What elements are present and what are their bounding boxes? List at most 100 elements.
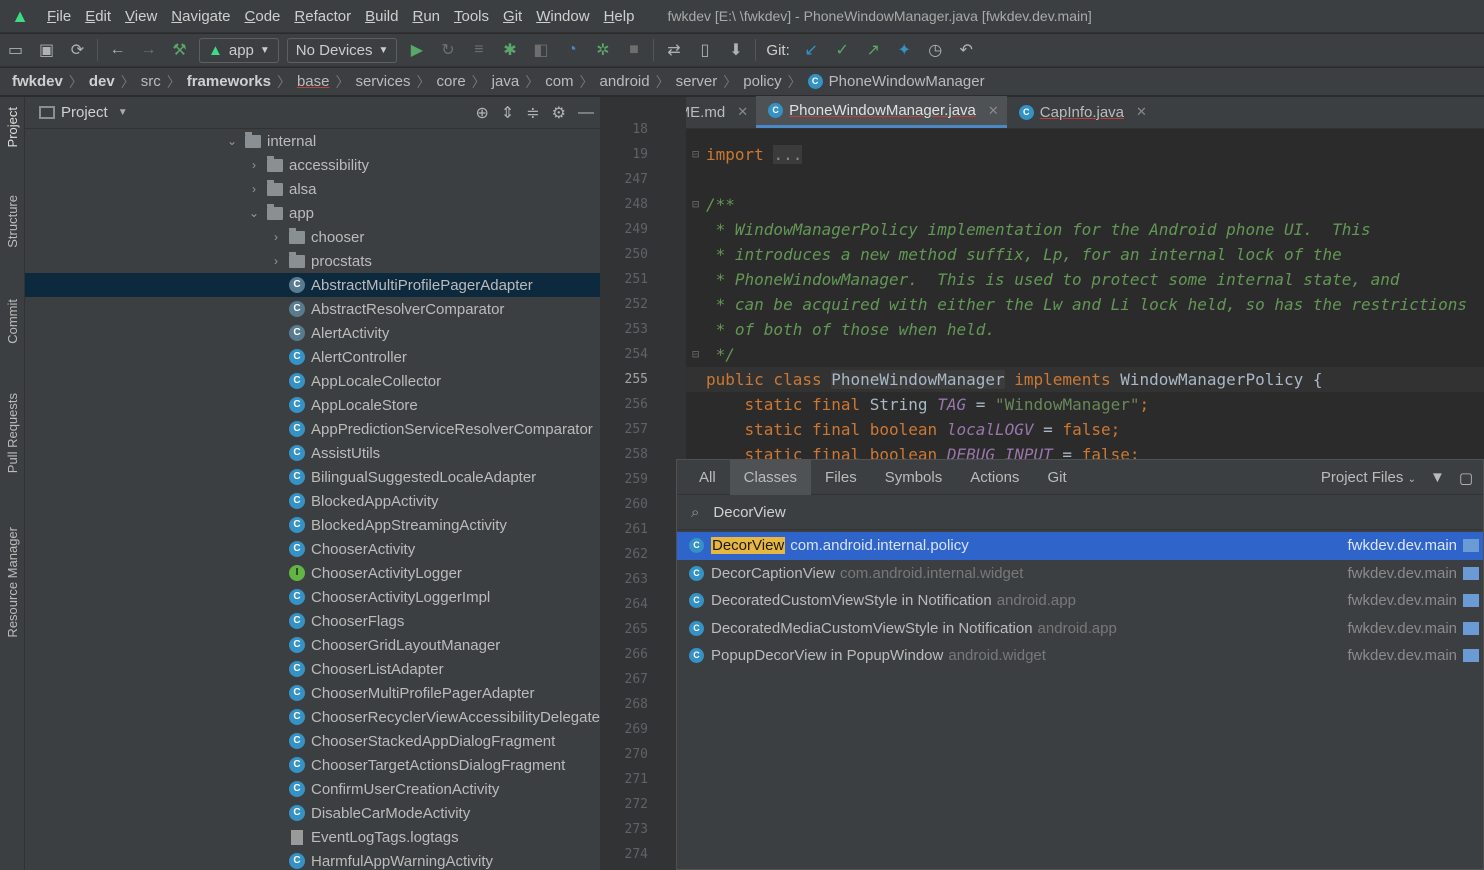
open-folder-icon[interactable]: ▭ (0, 36, 31, 64)
tab-phonewindowmanager-java[interactable]: C PhoneWindowManager.java ✕ (756, 96, 1007, 128)
tree-item[interactable]: C AppLocaleCollector (25, 369, 600, 393)
breadcrumb-item[interactable]: PhoneWindowManager (829, 73, 985, 90)
search-tab-classes[interactable]: Classes (729, 459, 812, 495)
close-icon[interactable]: ✕ (1136, 104, 1147, 120)
pull-requests-tool-tab[interactable]: Pull Requests (5, 393, 20, 473)
gradle-sync-icon[interactable]: ⇄ (658, 36, 689, 64)
tree-item[interactable]: C AppLocaleStore (25, 393, 600, 417)
scope-selector[interactable]: Project Files ⌄ (1321, 469, 1416, 486)
tree-item[interactable]: C ChooserActivity (25, 537, 600, 561)
tree-item[interactable]: C AssistUtils (25, 441, 600, 465)
search-field[interactable]: ⌕ DecorView (677, 495, 1483, 530)
tree-item[interactable]: C ChooserGridLayoutManager (25, 633, 600, 657)
tree-item[interactable]: C ChooserStackedAppDialogFragment (25, 729, 600, 753)
gear-icon[interactable]: ⚙ (552, 103, 566, 123)
tree-item[interactable]: C ChooserRecyclerViewAccessibilityDelegat… (25, 705, 600, 729)
resource-manager-tool-tab[interactable]: Resource Manager (5, 527, 20, 638)
run-icon[interactable]: ▶ (401, 36, 432, 64)
filter-icon[interactable]: ▼ (1430, 469, 1445, 486)
menu-build[interactable]: Build (358, 0, 405, 33)
menu-file[interactable]: File (40, 0, 78, 33)
breadcrumb-item[interactable]: server (676, 73, 718, 90)
breadcrumb-item[interactable]: policy (743, 73, 781, 90)
git-push-icon[interactable]: ↗ (858, 36, 889, 64)
tree-item[interactable]: C AbstractResolverComparator (25, 297, 600, 321)
tab-capinfo-java[interactable]: C CapInfo.java ✕ (1007, 96, 1155, 128)
chevron-down-icon[interactable]: ⌄ (247, 206, 261, 220)
tree-item[interactable]: C ConfirmUserCreationActivity (25, 777, 600, 801)
git-commit-icon[interactable]: ✓ (827, 36, 858, 64)
collapse-all-icon[interactable]: ≑ (526, 103, 539, 123)
menu-window[interactable]: Window (529, 0, 596, 33)
search-tab-files[interactable]: Files (811, 460, 871, 495)
open-in-window-icon[interactable]: ▢ (1459, 469, 1473, 487)
tree-item[interactable]: C DisableCarModeActivity (25, 801, 600, 825)
search-tab-git[interactable]: Git (1033, 460, 1080, 495)
tree-item[interactable]: C HarmfulAppWarningActivity (25, 849, 600, 870)
minimize-icon[interactable]: — (578, 104, 594, 122)
apply-changes-icon[interactable]: ≡ (463, 36, 494, 64)
breadcrumb-item[interactable]: com (545, 73, 573, 90)
search-result-item[interactable]: C DecorView com.android.internal.policy fwk… (677, 532, 1483, 560)
project-panel-title[interactable]: Project (61, 104, 108, 121)
debug-attach-icon[interactable]: ✲ (587, 36, 618, 64)
sync-icon[interactable]: ⟳ (62, 36, 93, 64)
tree-folder[interactable]: › accessibility (25, 153, 600, 177)
build-hammer-icon[interactable]: ⚒ (164, 36, 195, 64)
back-arrow-icon[interactable]: ← (102, 36, 133, 64)
stop-icon[interactable]: ■ (618, 36, 649, 64)
run-config-selector[interactable]: ▲ app ▼ (199, 37, 279, 63)
menu-edit[interactable]: Edit (78, 0, 118, 33)
tree-folder[interactable]: ⌄ app (25, 201, 600, 225)
attach-debugger-icon[interactable]: ◧ (525, 36, 556, 64)
menu-navigate[interactable]: Navigate (164, 0, 237, 33)
search-result-item[interactable]: C PopupDecorView in PopupWindow android.wi… (677, 642, 1483, 670)
forward-arrow-icon[interactable]: → (133, 36, 164, 64)
search-tab-all[interactable]: All (685, 460, 730, 495)
chevron-right-icon[interactable]: › (269, 254, 283, 268)
breadcrumb-item[interactable]: base (297, 73, 330, 90)
menu-code[interactable]: Code (238, 0, 288, 33)
git-merge-icon[interactable]: ✦ (889, 36, 920, 64)
breadcrumb-item[interactable]: dev (89, 73, 115, 90)
fold-marker-icon[interactable]: ⊟ (692, 197, 699, 211)
commit-tool-tab[interactable]: Commit (5, 299, 20, 344)
breadcrumb-item[interactable]: java (492, 73, 520, 90)
tree-item[interactable]: I ChooserActivityLogger (25, 561, 600, 585)
chevron-right-icon[interactable]: › (247, 158, 261, 172)
breadcrumb-item[interactable]: services (355, 73, 410, 90)
search-result-item[interactable]: C DecoratedCustomViewStyle in Notificatio… (677, 587, 1483, 615)
device-manager-icon[interactable]: ▯ (689, 36, 720, 64)
sdk-manager-icon[interactable]: ⬇ (720, 36, 751, 64)
debug-icon[interactable]: ✱ (494, 36, 525, 64)
breadcrumb-item[interactable]: src (141, 73, 161, 90)
rerun-icon[interactable]: ↻ (432, 36, 463, 64)
git-update-icon[interactable]: ↙ (796, 36, 827, 64)
close-icon[interactable]: ✕ (988, 103, 999, 119)
structure-tool-tab[interactable]: Structure (5, 195, 20, 248)
chevron-right-icon[interactable]: › (247, 182, 261, 196)
menu-view[interactable]: View (118, 0, 164, 33)
fold-marker-icon[interactable]: ⊟ (692, 347, 699, 361)
tree-folder[interactable]: ⌄ internal (25, 129, 600, 153)
rollback-icon[interactable]: ↶ (951, 36, 982, 64)
tree-folder[interactable]: › alsa (25, 177, 600, 201)
breadcrumb-item[interactable]: fwkdev (12, 73, 63, 90)
chevron-right-icon[interactable]: › (269, 230, 283, 244)
search-tab-symbols[interactable]: Symbols (871, 460, 957, 495)
tree-item[interactable]: C ChooserFlags (25, 609, 600, 633)
fold-marker-icon[interactable]: ⊟ (692, 147, 699, 161)
search-tab-actions[interactable]: Actions (956, 460, 1033, 495)
profile-icon[interactable]: ◔ (556, 36, 587, 64)
tree-item[interactable]: EventLogTags.logtags (25, 825, 600, 849)
tree-item[interactable]: C BilingualSuggestedLocaleAdapter (25, 465, 600, 489)
breadcrumb-item[interactable]: android (600, 73, 650, 90)
breadcrumb-item[interactable]: core (436, 73, 465, 90)
tree-item[interactable]: C AlertController (25, 345, 600, 369)
code-editor[interactable]: import ... /** * WindowManagerPolicy impl… (686, 129, 1484, 459)
menu-git[interactable]: Git (496, 0, 529, 33)
menu-tools[interactable]: Tools (447, 0, 496, 33)
menu-run[interactable]: Run (405, 0, 447, 33)
breadcrumb-item[interactable]: frameworks (187, 73, 271, 90)
search-result-item[interactable]: C DecorCaptionView com.android.internal.wi… (677, 560, 1483, 588)
